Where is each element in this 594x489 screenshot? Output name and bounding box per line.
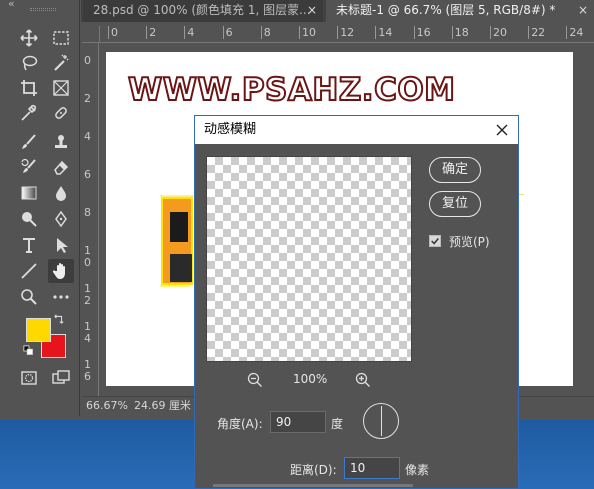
history-brush-icon[interactable] — [16, 155, 42, 179]
marquee-icon[interactable] — [48, 26, 74, 50]
default-colors-icon[interactable] — [22, 344, 36, 358]
frame-icon[interactable] — [48, 76, 74, 100]
preview-checkbox[interactable] — [429, 235, 441, 247]
stamp-icon[interactable] — [48, 130, 74, 154]
close-icon[interactable]: × — [307, 0, 317, 21]
ruler-tick-label: 24 — [566, 26, 583, 39]
ruler-tick-label: 8 — [84, 206, 91, 219]
lasso-icon[interactable] — [16, 51, 42, 75]
healing-brush-icon[interactable] — [48, 101, 74, 125]
ruler-tick-label: 2 — [84, 92, 91, 105]
reset-button[interactable]: 复位 — [429, 191, 481, 217]
ruler-tick-label: 16 — [413, 26, 431, 39]
more-icon[interactable] — [48, 285, 74, 309]
magic-wand-icon[interactable] — [48, 51, 74, 75]
ruler-tick-label: 6 — [222, 26, 233, 39]
ruler-tick-label: 6 — [84, 168, 91, 181]
angle-input[interactable]: 90 — [270, 411, 326, 433]
line-icon[interactable] — [16, 259, 42, 283]
ruler-tick-label: 1 6 — [84, 358, 91, 383]
document-tab-bar: 28.psd @ 100% (颜色填充 1, 图层蒙... × 未标题-1 @ … — [81, 0, 594, 22]
type-icon[interactable] — [16, 233, 42, 257]
ruler-tick-label: 18 — [451, 26, 469, 39]
eyedropper-icon[interactable] — [16, 101, 42, 125]
zoom-icon[interactable] — [16, 285, 42, 309]
ruler-tick-label: 22 — [528, 26, 545, 39]
move-icon[interactable] — [16, 26, 42, 50]
angle-unit: 度 — [331, 417, 344, 431]
blur-icon[interactable] — [48, 181, 74, 205]
swap-colors-icon[interactable] — [52, 312, 66, 326]
dialog-title: 动感模糊 — [195, 116, 518, 144]
ruler-tick-label: 1 4 — [84, 320, 91, 345]
artwork-letter-layer — [160, 195, 196, 287]
distance-input[interactable]: 10 — [344, 457, 400, 479]
tab-28-psd[interactable]: 28.psd @ 100% (颜色填充 1, 图层蒙... × — [83, 0, 323, 22]
ruler-tick-label: 8 — [260, 26, 271, 39]
close-icon[interactable] — [494, 122, 510, 138]
quick-mask-icon[interactable] — [16, 366, 42, 390]
distance-unit: 像素 — [405, 463, 430, 477]
ruler-tick-label: 20 — [490, 26, 507, 39]
checkmark-icon — [431, 238, 439, 245]
motion-blur-dialog: 动感模糊 100% 确定 复位 预览(P) 角度(A): 90 度 距离(D):… — [194, 115, 519, 489]
preview-label: 预览(P) — [449, 235, 490, 249]
distance-label: 距离(D): — [290, 463, 337, 477]
path-select-icon[interactable] — [48, 233, 74, 257]
ruler-tick-label: 0 — [84, 54, 91, 67]
angle-dial[interactable] — [363, 403, 399, 439]
panel-grip[interactable] — [30, 8, 56, 11]
preview-zoom-value: 100% — [293, 372, 328, 386]
tab-label: 未标题-1 @ 66.7% (图层 5, RGB/8#) * — [336, 3, 556, 17]
ruler-origin[interactable] — [82, 26, 100, 43]
foreground-color-swatch[interactable] — [26, 318, 51, 342]
vertical-ruler[interactable]: 0 2 4 6 8 1 0 1 2 1 4 1 6 — [82, 43, 99, 396]
tab-untitled-1[interactable]: 未标题-1 @ 66.7% (图层 5, RGB/8#) * × — [326, 0, 594, 22]
brush-icon[interactable] — [16, 130, 42, 154]
tab-label: 28.psd @ 100% (颜色填充 1, 图层蒙... — [93, 3, 311, 17]
gradient-icon[interactable] — [16, 181, 42, 205]
eraser-icon[interactable] — [48, 155, 74, 179]
zoom-in-icon[interactable] — [355, 372, 371, 388]
ruler-tick-label: 10 — [299, 26, 316, 39]
ruler-tick-label: 4 — [84, 130, 91, 143]
dodge-icon[interactable] — [16, 207, 42, 231]
angle-dial-hand — [381, 406, 382, 436]
tools-panel: « — [6, 0, 80, 416]
ruler-tick-label: 1 0 — [84, 244, 91, 269]
ok-button[interactable]: 确定 — [429, 157, 481, 183]
horizontal-ruler[interactable]: 0 2 4 6 8 10 12 14 16 18 20 22 24 — [100, 26, 594, 43]
filter-preview[interactable] — [206, 156, 412, 362]
watermark-text: WWW.PSAHZ.COM — [127, 71, 456, 109]
crop-icon[interactable] — [16, 76, 42, 100]
close-icon[interactable]: × — [578, 0, 588, 21]
collapse-panel-button[interactable]: « — [8, 0, 15, 10]
ruler-tick-label: 0 — [108, 26, 118, 39]
angle-label: 角度(A): — [217, 417, 263, 431]
ruler-tick-label: 14 — [375, 26, 392, 39]
zoom-out-icon[interactable] — [247, 372, 263, 388]
ruler-tick-label: 2 — [146, 26, 156, 39]
ruler-tick-label: 12 — [337, 26, 354, 39]
ruler-tick-label: 1 2 — [84, 282, 91, 307]
screen-mode-icon[interactable] — [48, 366, 74, 390]
hand-icon[interactable] — [48, 259, 74, 283]
distance-slider[interactable] — [213, 484, 413, 487]
ruler-tick-label: 4 — [184, 26, 194, 39]
zoom-level[interactable]: 66.67% — [86, 397, 130, 414]
pen-icon[interactable] — [48, 207, 74, 231]
